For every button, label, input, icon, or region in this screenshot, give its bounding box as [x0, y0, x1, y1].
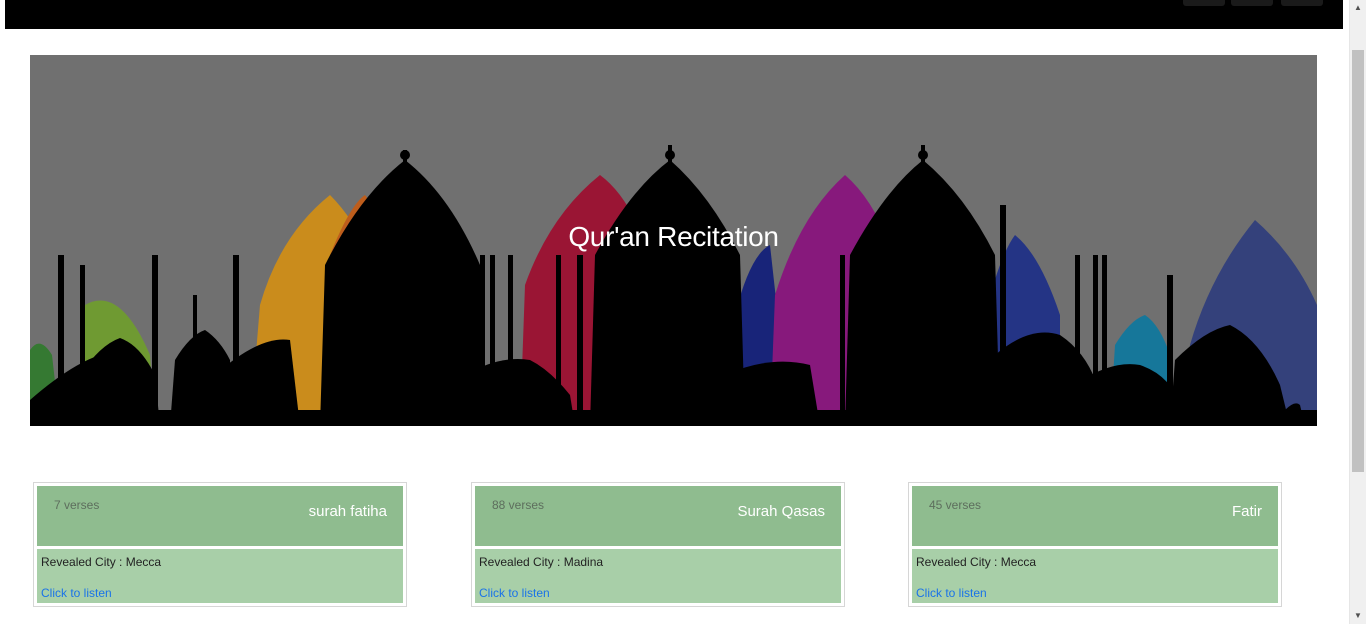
revealed-city: Revealed City : Mecca: [41, 555, 162, 569]
surah-name: surah fatiha: [308, 503, 387, 520]
verse-count: 7 verses: [54, 498, 100, 512]
surah-name: Surah Qasas: [737, 503, 825, 520]
navbar-button[interactable]: [1231, 0, 1273, 6]
card-body: Revealed City : Madina Click to listen: [475, 549, 841, 603]
card-body: Revealed City : Mecca Click to listen: [37, 549, 403, 603]
scrollbar-thumb[interactable]: [1352, 50, 1364, 472]
surah-card: 7 verses surah fatiha Revealed City : Me…: [33, 482, 407, 607]
arrow-down-icon[interactable]: ▼: [1350, 608, 1366, 624]
card-header: 45 verses Fatir: [912, 486, 1278, 546]
card-header: 88 verses Surah Qasas: [475, 486, 841, 546]
verse-count: 88 verses: [492, 498, 545, 512]
listen-link[interactable]: Click to listen: [916, 586, 987, 600]
revealed-city: Revealed City : Mecca: [916, 555, 1037, 569]
top-navbar: [5, 0, 1343, 29]
surah-card: 88 verses Surah Qasas Revealed City : Ma…: [471, 482, 845, 607]
hero-banner: Qur'an Recitation: [30, 55, 1317, 426]
page-scrollbar[interactable]: ▲ ▼: [1349, 0, 1366, 624]
revealed-city: Revealed City : Madina: [479, 555, 604, 569]
surah-card: 45 verses Fatir Revealed City : Mecca Cl…: [908, 482, 1282, 607]
navbar-button[interactable]: [1183, 0, 1225, 6]
listen-link[interactable]: Click to listen: [479, 586, 550, 600]
surah-name: Fatir: [1232, 503, 1262, 520]
arrow-up-icon[interactable]: ▲: [1350, 0, 1366, 16]
listen-link[interactable]: Click to listen: [41, 586, 112, 600]
card-header: 7 verses surah fatiha: [37, 486, 403, 546]
hero-title: Qur'an Recitation: [568, 221, 779, 252]
navbar-button[interactable]: [1281, 0, 1323, 6]
card-body: Revealed City : Mecca Click to listen: [912, 549, 1278, 603]
verse-count: 45 verses: [929, 498, 982, 512]
